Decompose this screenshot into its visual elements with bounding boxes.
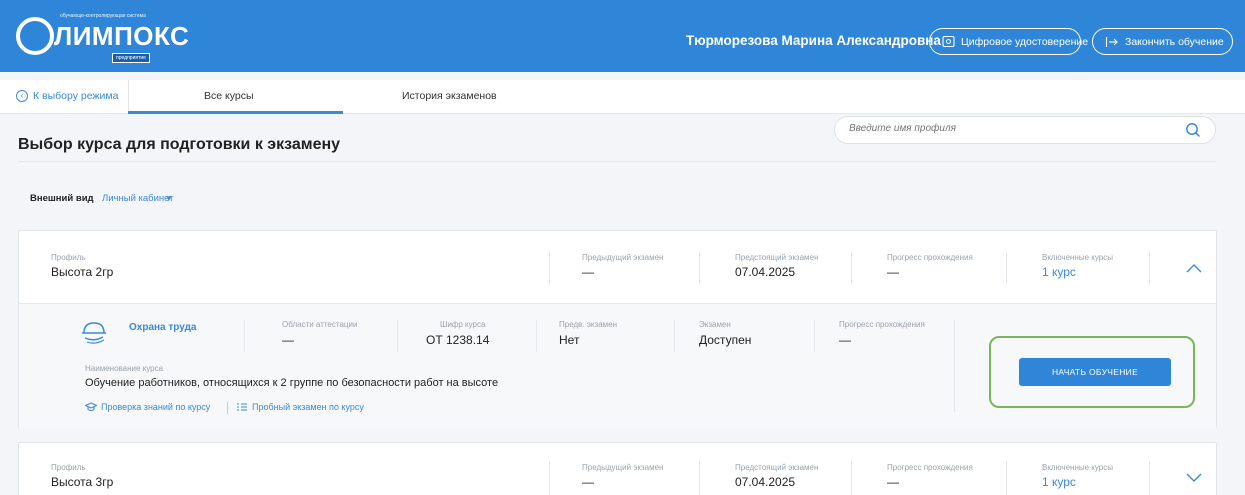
view-label: Внешний вид: [30, 193, 94, 204]
logo-tagline: обучающе-контролирующая система: [60, 13, 146, 19]
profile-label: Профиль: [51, 463, 86, 472]
course-details: Охрана труда Области аттестации — Шифр к…: [19, 303, 1216, 428]
logo-circle-icon: [16, 17, 54, 55]
progress-value: —: [887, 475, 899, 489]
included-courses-link[interactable]: 1 курс: [1042, 265, 1076, 279]
top-header: обучающе-контролирующая система ЛИМПОКС …: [0, 0, 1245, 72]
next-exam-value: 07.04.2025: [735, 265, 796, 279]
view-select[interactable]: Личный кабинет: [102, 193, 173, 204]
course-name-link[interactable]: Охрана труда: [129, 322, 197, 333]
column-divider: [851, 251, 852, 285]
caret-down-icon[interactable]: ▼: [165, 194, 173, 203]
column-divider: [954, 320, 955, 412]
tabs-bar: ‹ К выбору режима Все курсы История экза…: [0, 80, 1245, 114]
column-divider: [1006, 461, 1007, 495]
prelim-exam-value: Нет: [559, 333, 580, 347]
profile-search[interactable]: [834, 116, 1216, 144]
column-divider: [699, 251, 700, 285]
start-training-button[interactable]: НАЧАТЬ ОБУЧЕНИЕ: [1019, 358, 1171, 386]
progress-label: Прогресс прохождения: [887, 463, 973, 472]
profile-name: Высота 3гр: [51, 475, 114, 489]
prev-exam-value: —: [582, 265, 594, 279]
trial-exam-label: Пробный экзамен по курсу: [252, 402, 364, 412]
included-courses-label: Включенные курсы: [1042, 253, 1113, 262]
column-divider: [549, 251, 550, 285]
course-full-name-label: Наименование курса: [85, 364, 164, 373]
included-courses-label: Включенные курсы: [1042, 463, 1113, 472]
tab-all-courses[interactable]: Все курсы: [204, 90, 254, 102]
checklist-icon: [237, 403, 247, 411]
profile-card: Профиль Высота 3гр Предыдущий экзамен — …: [18, 442, 1217, 495]
exam-label: Экзамен: [699, 320, 731, 329]
chevron-left-icon: ‹: [16, 90, 28, 102]
profile-label: Профиль: [51, 253, 86, 262]
knowledge-check-link[interactable]: Проверка знаний по курсу: [85, 402, 210, 412]
course-full-name: Обучение работников, относящихся к 2 гру…: [85, 377, 499, 389]
profile-name: Высота 2гр: [51, 265, 114, 279]
finish-training-label: Закончить обучение: [1125, 35, 1224, 48]
prev-exam-value: —: [582, 475, 594, 489]
progress-value: —: [887, 265, 899, 279]
column-divider: [699, 461, 700, 495]
back-to-mode-label: К выбору режима: [33, 90, 119, 102]
included-courses-link[interactable]: 1 курс: [1042, 475, 1076, 489]
tab-exam-history[interactable]: История экзаменов: [402, 90, 497, 102]
next-exam-label: Предстоящий экзамен: [735, 463, 819, 472]
exam-status-value: Доступен: [699, 333, 752, 347]
prelim-exam-label: Предв. экзамен: [559, 320, 617, 329]
column-divider: [1149, 461, 1150, 495]
column-divider: [536, 320, 537, 352]
chevron-down-icon[interactable]: [1186, 473, 1202, 483]
digital-certificate-label: Цифровое удостоверение: [961, 35, 1089, 48]
finish-training-button[interactable]: Закончить обучение: [1092, 28, 1233, 55]
search-input[interactable]: [849, 123, 1169, 134]
chevron-up-icon[interactable]: [1186, 263, 1202, 273]
course-code-label: Шифр курса: [440, 320, 486, 329]
column-divider: [1149, 251, 1150, 285]
search-icon[interactable]: [1185, 122, 1201, 138]
attestation-areas-label: Области аттестации: [282, 320, 358, 329]
certificate-icon: [942, 35, 955, 48]
column-divider: [674, 320, 675, 352]
page-title: Выбор курса для подготовки к экзамену: [18, 136, 341, 153]
course-progress-value: —: [839, 333, 851, 347]
prev-exam-label: Предыдущий экзамен: [582, 463, 664, 472]
start-training-highlight: НАЧАТЬ ОБУЧЕНИЕ: [989, 336, 1195, 408]
trial-exam-link[interactable]: Пробный экзамен по курсу: [236, 402, 364, 412]
next-exam-label: Предстоящий экзамен: [735, 253, 819, 262]
knowledge-check-label: Проверка знаний по курсу: [101, 402, 211, 412]
title-divider: [18, 161, 1216, 162]
column-divider: [397, 320, 398, 352]
link-divider: [227, 402, 228, 414]
safety-helmet-icon: [82, 322, 106, 344]
active-tab-indicator: [128, 111, 343, 114]
logo[interactable]: обучающе-контролирующая система ЛИМПОКС …: [16, 9, 189, 63]
logout-arrow-icon: [1105, 36, 1118, 47]
logo-sub: предприятие: [112, 53, 150, 63]
column-divider: [549, 461, 550, 495]
prev-exam-label: Предыдущий экзамен: [582, 253, 664, 262]
column-divider: [1006, 251, 1007, 285]
attestation-areas-value: —: [282, 333, 294, 347]
tab-divider: [128, 80, 129, 114]
course-progress-label: Прогресс прохождения: [839, 320, 925, 329]
digital-certificate-button[interactable]: Цифровое удостоверение: [929, 28, 1088, 55]
column-divider: [851, 461, 852, 495]
profile-card: Профиль Высота 2гр Предыдущий экзамен — …: [18, 230, 1217, 428]
column-divider: [244, 320, 245, 352]
course-code-value: ОТ 1238.14: [426, 333, 490, 347]
progress-label: Прогресс прохождения: [887, 253, 973, 262]
column-divider: [814, 320, 815, 352]
next-exam-value: 07.04.2025: [735, 475, 796, 489]
graduation-cap-icon: [85, 402, 97, 411]
back-to-mode-link[interactable]: ‹ К выбору режима: [16, 90, 118, 102]
logo-word: ЛИМПОКС: [54, 21, 190, 51]
user-name: Тюрморезова Марина Александровна: [686, 33, 941, 48]
